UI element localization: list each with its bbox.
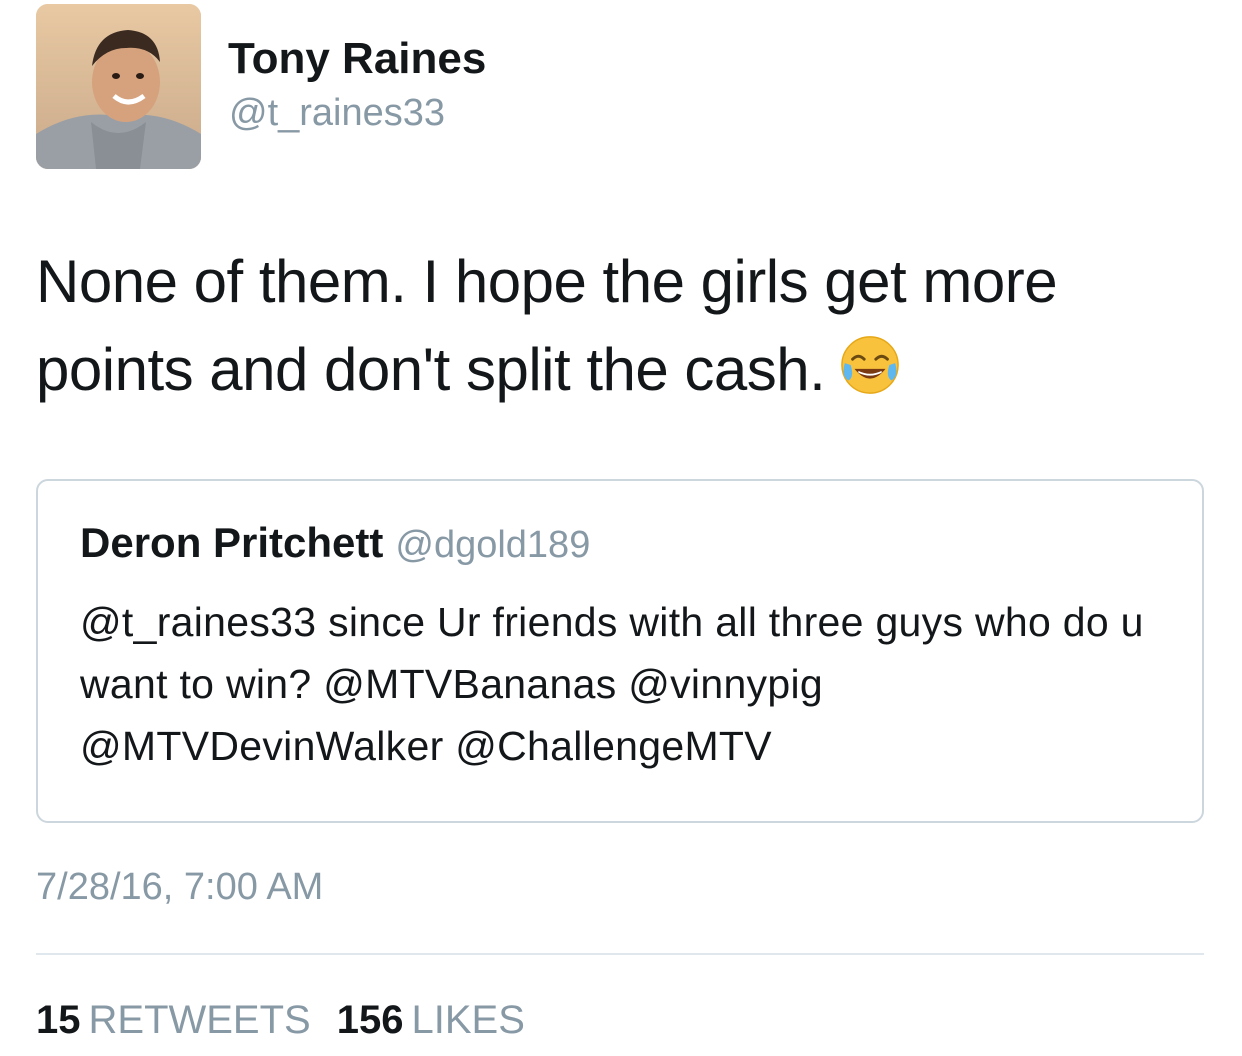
face-with-tears-of-joy-icon: [839, 334, 901, 396]
author-handle[interactable]: @t_raines33: [229, 92, 445, 135]
tweet-stats: 15 RETWEETS 156 LIKES: [36, 998, 551, 1043]
avatar[interactable]: [36, 4, 201, 169]
quoted-author-name[interactable]: Deron Pritchett: [80, 519, 383, 566]
tweet-timestamp[interactable]: 7/28/16, 7:00 AM: [36, 866, 323, 909]
retweets-label[interactable]: RETWEETS: [89, 998, 311, 1042]
profile-photo-icon: [36, 4, 201, 169]
quoted-tweet-text: @t_raines33 since Ur friends with all th…: [80, 599, 1144, 769]
quoted-author-handle[interactable]: @dgold189: [395, 524, 590, 566]
likes-count[interactable]: 156: [337, 998, 404, 1042]
retweets-count[interactable]: 15: [36, 998, 81, 1042]
quoted-tweet-card[interactable]: Deron Pritchett @dgold189 @t_raines33 sin…: [36, 479, 1204, 823]
tweet-text: None of them. I hope the girls get more …: [36, 238, 1196, 414]
divider: [36, 953, 1204, 955]
quoted-tweet-header: Deron Pritchett @dgold189: [80, 519, 590, 567]
likes-label[interactable]: LIKES: [411, 998, 524, 1042]
tweet-body: None of them. I hope the girls get more …: [36, 248, 1058, 403]
author-display-name[interactable]: Tony Raines: [228, 34, 486, 84]
